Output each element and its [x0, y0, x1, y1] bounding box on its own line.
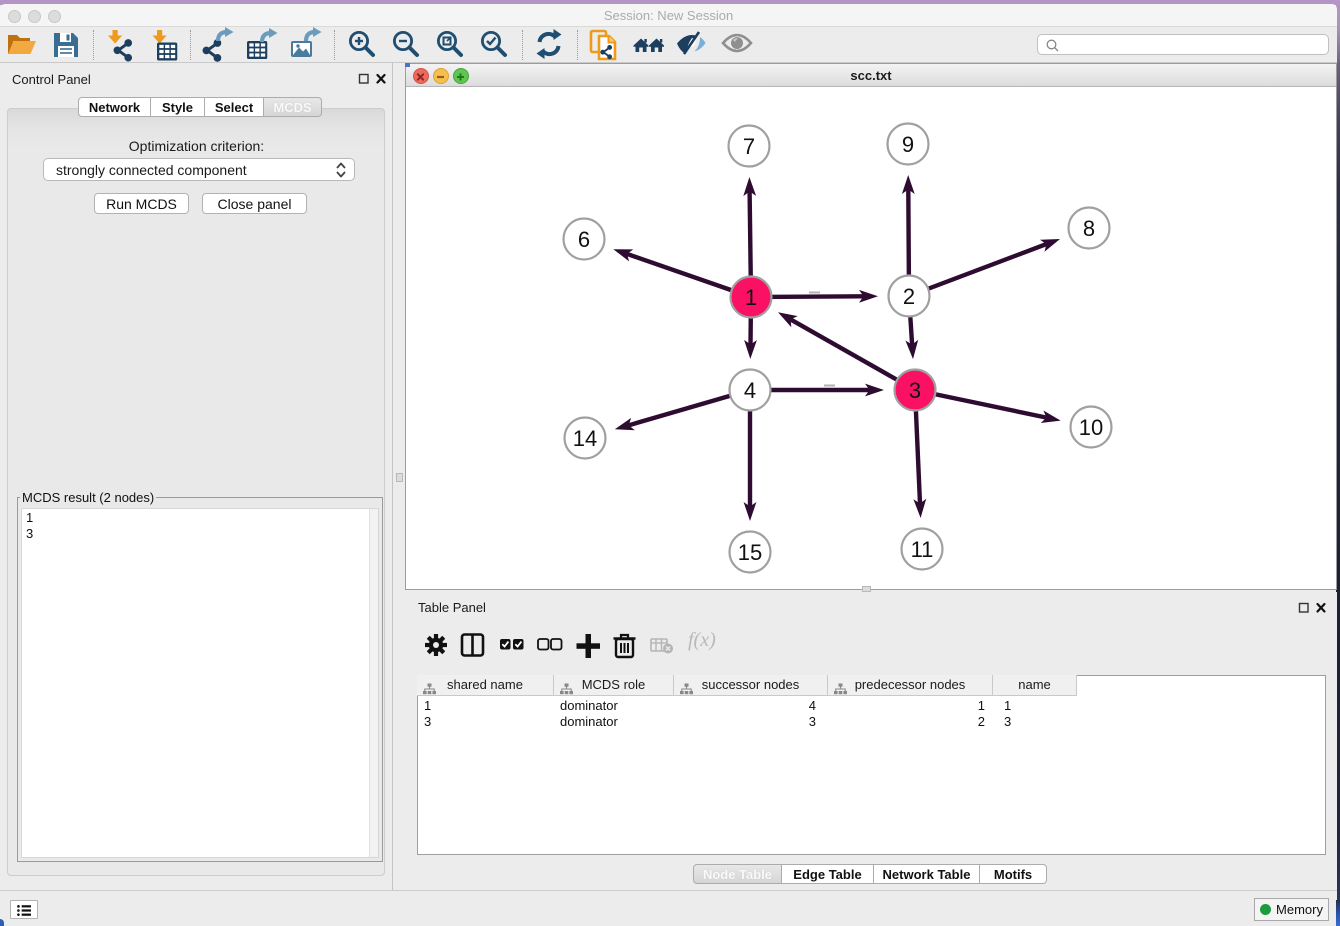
svg-text:15: 15: [738, 540, 762, 565]
svg-text:8: 8: [1083, 216, 1095, 241]
svg-text:10: 10: [1079, 415, 1103, 440]
svg-text:3: 3: [909, 378, 921, 403]
svg-text:9: 9: [902, 132, 914, 157]
svg-text:2: 2: [903, 284, 915, 309]
svg-text:4: 4: [744, 378, 756, 403]
svg-text:1: 1: [745, 285, 757, 310]
svg-text:7: 7: [743, 134, 755, 159]
svg-text:6: 6: [578, 227, 590, 252]
svg-text:14: 14: [573, 426, 597, 451]
svg-text:11: 11: [911, 537, 934, 562]
